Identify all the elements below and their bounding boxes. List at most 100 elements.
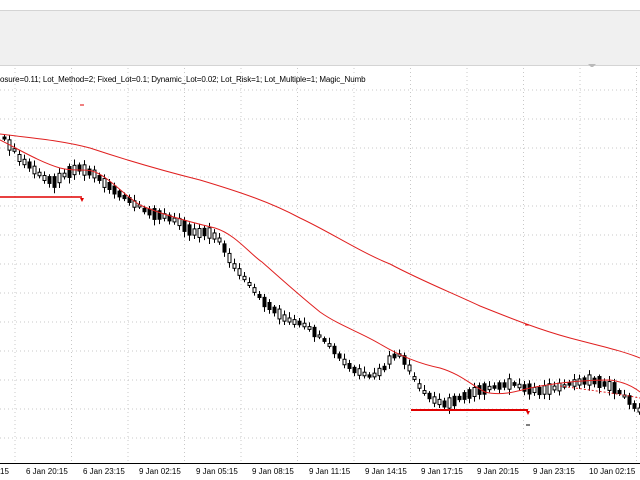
candle-body [307, 326, 312, 330]
time-label: 9 Jan 14:15 [365, 467, 407, 476]
candle-body [312, 326, 317, 338]
candle-body [392, 353, 397, 359]
candle-body [142, 207, 147, 213]
candle-body [537, 386, 542, 396]
time-label: 9 Jan 08:15 [252, 467, 294, 476]
candle-body [632, 403, 637, 409]
candle-body [302, 322, 307, 328]
candle-body [597, 376, 602, 388]
candle-body [472, 386, 477, 398]
candle-body [287, 317, 292, 323]
candle-body [192, 228, 197, 236]
candle-body [372, 372, 377, 378]
candle-body [627, 395, 632, 405]
candle-body [382, 365, 387, 371]
candle-body [42, 175, 47, 181]
candle-body [47, 176, 52, 184]
candle-body [332, 345, 337, 355]
time-label: 9 Jan 20:15 [477, 467, 519, 476]
candle-body [572, 379, 577, 387]
candle-body [522, 384, 527, 392]
candle-body [257, 293, 262, 299]
candle-body [22, 158, 27, 166]
candle-body [467, 389, 472, 399]
candle-body [237, 268, 242, 276]
candle-body [227, 252, 232, 264]
candle-body [367, 374, 372, 378]
candle-body [577, 378, 582, 386]
candle-body [437, 398, 442, 406]
candle-body [612, 382, 617, 394]
candle-body [277, 308, 282, 320]
candle-body [567, 382, 572, 386]
candle-body [272, 306, 277, 314]
candle-body [552, 385, 557, 391]
candle-body [497, 382, 502, 390]
candle-body [362, 371, 367, 377]
candle-body [187, 224, 192, 236]
candle-body [212, 232, 217, 240]
candle-body [197, 228, 202, 238]
time-label: 6 Jan 20:15 [26, 467, 68, 476]
candle-body [17, 153, 22, 163]
candle-body [222, 243, 227, 253]
candle-body [117, 190, 122, 198]
candle-body [297, 320, 302, 326]
candle-body [602, 381, 607, 387]
trade-arrow-icon [80, 198, 84, 202]
candle-body [322, 338, 327, 342]
candle-body [37, 171, 42, 177]
time-label: 6 Jan 23:15 [83, 467, 125, 476]
candle-body [217, 237, 222, 243]
candle-body [412, 376, 417, 380]
time-label: 9 Jan 17:15 [421, 467, 463, 476]
candle-body [232, 263, 237, 269]
candle-body [617, 390, 622, 394]
candle-body [607, 381, 612, 391]
candle-body [27, 161, 32, 169]
time-label: 9 Jan 02:15 [139, 467, 181, 476]
candle-body [87, 168, 92, 176]
candle-body [512, 382, 517, 386]
candle-body [532, 386, 537, 394]
candle-body [337, 353, 342, 359]
candle-body [67, 166, 72, 178]
candle-body [517, 383, 522, 389]
candle-body [327, 343, 332, 347]
candle-body [377, 367, 382, 377]
candle-body [317, 334, 322, 338]
candle-body [487, 385, 492, 391]
candle-body [527, 383, 532, 395]
candle-body [107, 181, 112, 191]
candle-body [292, 319, 297, 325]
chart-canvas[interactable] [0, 0, 640, 480]
candle-body [452, 395, 457, 407]
candle-body [57, 172, 62, 184]
candle-body [502, 382, 507, 388]
moving-average-slow [0, 133, 640, 359]
candle-body [592, 377, 597, 385]
candle-body [442, 400, 447, 408]
candle-body [457, 395, 462, 401]
candle-body [422, 390, 427, 394]
time-label: 10 Jan 02:15 [589, 467, 636, 476]
candle-body [112, 185, 117, 195]
candle-body [252, 287, 257, 293]
candle-body [202, 227, 207, 237]
candle-body [347, 363, 352, 369]
candle-body [2, 136, 7, 140]
candle-body [542, 385, 547, 395]
trade-arrow-icon [526, 411, 530, 415]
candle-body [262, 296, 267, 308]
candle-body [357, 368, 362, 376]
candle-body [462, 392, 467, 400]
candle-body [342, 358, 347, 366]
candle-body [267, 302, 272, 310]
candle-body [282, 314, 287, 322]
time-label: 9 Jan 11:15 [309, 467, 351, 476]
candle-body [507, 378, 512, 390]
candle-body [207, 227, 212, 239]
candle-body [407, 364, 412, 372]
candle-body [242, 275, 247, 281]
candle-body [12, 148, 17, 152]
